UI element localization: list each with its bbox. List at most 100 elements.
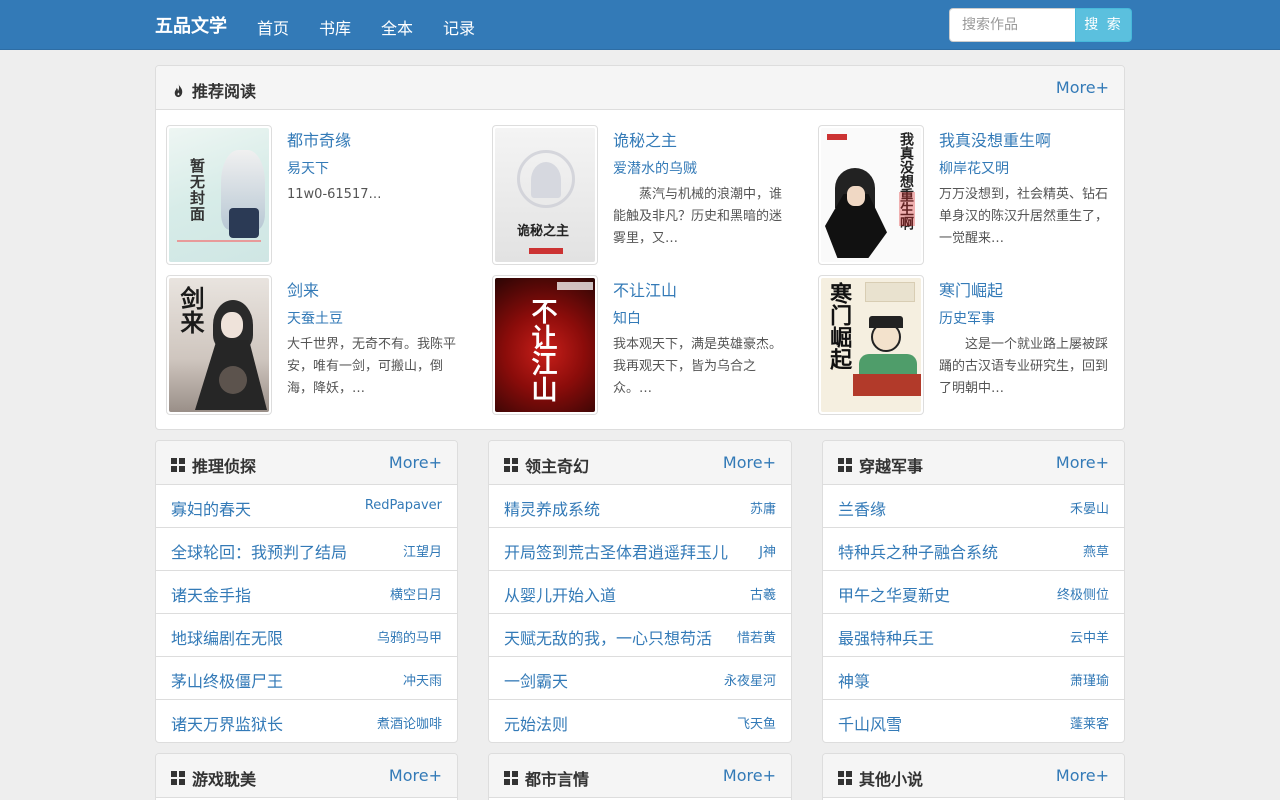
book-cover[interactable]: 剑来 — [166, 275, 272, 415]
book-cover[interactable]: 暂无封面 — [166, 125, 272, 265]
site-brand[interactable]: 五品文学 — [155, 12, 227, 38]
book-author[interactable]: 爱潜水的乌贼 — [613, 158, 697, 178]
book-author[interactable]: 天蚕土豆 — [287, 308, 343, 328]
book-card: 我真没想重生啊 我真没想重生啊 柳岸花又明 万万没想到，社会精英、钻石单身汉的陈… — [818, 125, 1124, 265]
book-link[interactable]: 开局签到荒古圣体君逍遥拜玉儿 — [504, 539, 728, 563]
list-item: 诸天万界监狱长 煮酒论咖啡 — [156, 700, 457, 742]
book-description: 我本观天下，满是英雄豪杰。我再观天下，皆为乌合之众。… — [613, 337, 783, 396]
category-more-link[interactable]: More+ — [1056, 453, 1109, 472]
book-description: 这是一个就业路上屡被踩踊的古汉语专业研究生，回到了明朝中… — [939, 337, 1109, 396]
category-more-link[interactable]: More+ — [723, 766, 776, 785]
list-item: 最强特种兵王 云中羊 — [823, 614, 1124, 657]
nav-home[interactable]: 首页 — [257, 15, 289, 39]
nav-library[interactable]: 书库 — [319, 15, 351, 39]
book-title[interactable]: 都市奇缘 — [287, 127, 351, 151]
list-item: 甲午之华夏新史 终极侧位 — [823, 571, 1124, 614]
recommend-more-link[interactable]: More+ — [1056, 78, 1109, 97]
book-author[interactable]: 历史军事 — [939, 308, 995, 328]
author-link[interactable]: 冲天雨 — [403, 670, 442, 689]
book-cover[interactable]: 诡秘之主 — [492, 125, 598, 265]
list-item: 地球编剧在无限 乌鸦的马甲 — [156, 614, 457, 657]
book-title[interactable]: 我真没想重生啊 — [939, 127, 1051, 151]
author-link[interactable]: 乌鸦的马甲 — [377, 627, 442, 646]
category-more-link[interactable]: More+ — [389, 766, 442, 785]
search-button[interactable]: 搜 索 — [1075, 8, 1132, 42]
category-title: 穿越军事 — [859, 457, 924, 476]
book-title[interactable]: 诡秘之主 — [613, 127, 677, 151]
book-title[interactable]: 不让江山 — [613, 277, 677, 301]
list-item: 神箓 萧瑾瑜 — [823, 657, 1124, 700]
author-link[interactable]: 古羲 — [750, 584, 776, 603]
list-item: 寡妇的春天 RedPapaver — [156, 485, 457, 528]
book-description: 万万没想到，社会精英、钻石单身汉的陈汉升居然重生了，一觉醒来… — [939, 187, 1109, 246]
list-item: 一剑霸天 永夜星河 — [489, 657, 791, 700]
author-link[interactable]: RedPapaver — [365, 498, 442, 513]
nav-completed[interactable]: 全本 — [381, 15, 413, 39]
book-link[interactable]: 一剑霸天 — [504, 668, 568, 692]
book-link[interactable]: 天赋无敌的我，一心只想苟活 — [504, 625, 712, 649]
book-card: 不让江山 不让江山 知白 我本观天下，满是英雄豪杰。我再观天下，皆为乌合之众。… — [492, 275, 802, 415]
author-link[interactable]: 惜若黄 — [737, 627, 776, 646]
author-link[interactable]: 江望月 — [403, 541, 442, 560]
book-link[interactable]: 茅山终极僵尸王 — [171, 668, 283, 692]
book-link[interactable]: 最强特种兵王 — [838, 625, 934, 649]
book-link[interactable]: 地球编剧在无限 — [171, 625, 283, 649]
author-link[interactable]: 永夜星河 — [724, 670, 776, 689]
author-link[interactable]: J神 — [759, 541, 776, 560]
book-link[interactable]: 诸天金手指 — [171, 582, 251, 606]
book-list: 精灵养成系统 苏庸 开局签到荒古圣体君逍遥拜玉儿 J神 从婴儿开始入道 古羲 天赋无敌… — [489, 485, 791, 742]
book-author[interactable]: 柳岸花又明 — [939, 158, 1009, 178]
top-navbar: 五品文学 首页 书库 全本 记录 搜索作品 搜 索 — [0, 0, 1280, 50]
author-link[interactable]: 蓬莱客 — [1070, 713, 1109, 732]
category-panel: 领主奇幻 More+ 精灵养成系统 苏庸 开局签到荒古圣体君逍遥拜玉儿 J神 从婴儿… — [488, 440, 792, 743]
book-title[interactable]: 剑来 — [287, 277, 319, 301]
fire-icon — [174, 83, 183, 98]
recommend-panel-header: 推荐阅读 More+ — [156, 66, 1124, 110]
book-link[interactable]: 全球轮回：我预判了结局 — [171, 539, 347, 563]
book-link[interactable]: 元始法则 — [504, 711, 568, 735]
book-cover[interactable]: 不让江山 — [492, 275, 598, 415]
author-link[interactable]: 终极侧位 — [1057, 584, 1109, 603]
list-item: 千山风雪 蓬莱客 — [823, 700, 1124, 742]
list-item: 茅山终极僵尸王 冲天雨 — [156, 657, 457, 700]
book-card: 诡秘之主 诡秘之主 爱潜水的乌贼 蒸汽与机械的浪潮中，谁能触及非凡？历史和黑暗的… — [492, 125, 802, 265]
category-more-link[interactable]: More+ — [1056, 766, 1109, 785]
category-title: 都市言情 — [525, 770, 590, 789]
search-input[interactable]: 搜索作品 — [949, 8, 1075, 42]
book-list: 兰香缘 禾晏山 特种兵之种子融合系统 燕草 甲午之华夏新史 终极侧位 最强特种兵王 云中… — [823, 485, 1124, 742]
category-more-link[interactable]: More+ — [389, 453, 442, 472]
category-more-link[interactable]: More+ — [723, 453, 776, 472]
author-link[interactable]: 煮酒论咖啡 — [377, 713, 442, 732]
book-link[interactable]: 特种兵之种子融合系统 — [838, 539, 998, 563]
author-link[interactable]: 燕草 — [1083, 541, 1109, 560]
book-link[interactable]: 精灵养成系统 — [504, 496, 600, 520]
category-title: 游戏耽美 — [192, 770, 257, 789]
book-link[interactable]: 神箓 — [838, 668, 870, 692]
book-link[interactable]: 兰香缘 — [838, 496, 886, 520]
book-cover[interactable]: 我真没想重生啊 — [818, 125, 924, 265]
list-item: 天赋无敌的我，一心只想苟活 惜若黄 — [489, 614, 791, 657]
author-link[interactable]: 禾晏山 — [1070, 498, 1109, 517]
author-link[interactable]: 萧瑾瑜 — [1070, 670, 1109, 689]
author-link[interactable]: 苏庸 — [750, 498, 776, 517]
book-author[interactable]: 易天下 — [287, 158, 329, 178]
book-link[interactable]: 从婴儿开始入道 — [504, 582, 616, 606]
book-cover[interactable]: 寒门崛起 — [818, 275, 924, 415]
list-item: 诸天金手指 横空日月 — [156, 571, 457, 614]
nav-history[interactable]: 记录 — [443, 15, 475, 39]
book-description: 蒸汽与机械的浪潮中，谁能触及非凡？历史和黑暗的迷雾里，又… — [613, 187, 783, 246]
book-link[interactable]: 寡妇的春天 — [171, 496, 251, 520]
book-link[interactable]: 甲午之华夏新史 — [838, 582, 950, 606]
author-link[interactable]: 飞天鱼 — [737, 713, 776, 732]
list-item: 元始法则 飞天鱼 — [489, 700, 791, 742]
author-link[interactable]: 云中羊 — [1070, 627, 1109, 646]
book-link[interactable]: 诸天万界监狱长 — [171, 711, 283, 735]
book-title[interactable]: 寒门崛起 — [939, 277, 1003, 301]
book-author[interactable]: 知白 — [613, 308, 641, 328]
recommend-panel: 推荐阅读 More+ 暂无封面 都市奇缘 易天下 11w0-61517… 诡秘之… — [155, 65, 1125, 430]
list-item: 特种兵之种子融合系统 燕草 — [823, 528, 1124, 571]
author-link[interactable]: 横空日月 — [390, 584, 442, 603]
list-item: 全球轮回：我预判了结局 江望月 — [156, 528, 457, 571]
book-link[interactable]: 千山风雪 — [838, 711, 902, 735]
book-list: 寡妇的春天 RedPapaver 全球轮回：我预判了结局 江望月 诸天金手指 横空日月… — [156, 485, 457, 742]
